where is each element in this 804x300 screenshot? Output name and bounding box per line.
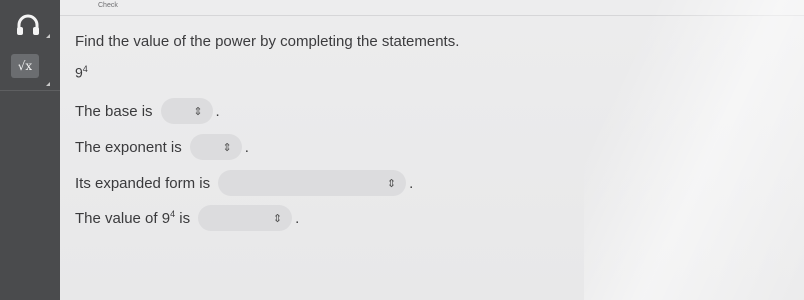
statement-period: . — [244, 138, 249, 156]
updown-chevron-icon: ⇕ — [272, 212, 283, 225]
question-prompt: Find the value of the power by completin… — [75, 33, 460, 50]
updown-chevron-icon: ⇕ — [222, 141, 232, 154]
sidebar: √x — [0, 0, 60, 300]
expression-base: 9 — [75, 64, 83, 81]
headphones-icon — [17, 14, 39, 35]
expression-exponent: 4 — [82, 64, 88, 74]
sidebar-divider — [0, 90, 60, 91]
statement-label: The base is — [75, 102, 153, 120]
statement-value: The value of 94 is ⇕ . — [75, 205, 299, 231]
statement-period: . — [295, 209, 300, 227]
statement-period: . — [215, 102, 220, 120]
sqrt-tool-button[interactable]: √x — [11, 54, 39, 78]
statement-label-prefix: The value of 9 — [75, 210, 171, 227]
statement-period: . — [409, 174, 414, 192]
statement-label: The value of 94 is — [75, 209, 190, 227]
statement-label: Its expanded form is — [75, 174, 211, 192]
statement-label: The exponent is — [75, 138, 182, 156]
expanded-form-select[interactable]: ⇕ — [218, 170, 407, 196]
sqrt-icon: √x — [17, 59, 33, 73]
headphones-button[interactable] — [8, 8, 48, 42]
updown-chevron-icon: ⇕ — [386, 177, 397, 190]
updown-chevron-icon: ⇕ — [193, 105, 203, 118]
exponent-select[interactable]: ⇕ — [189, 134, 242, 160]
corner-marker — [46, 34, 50, 38]
base-select[interactable]: ⇕ — [160, 98, 213, 124]
statement-expanded-form: Its expanded form is ⇕ . — [75, 170, 413, 196]
power-expression: 94 — [75, 64, 88, 81]
topbar: Check — [60, 0, 804, 16]
corner-marker — [46, 82, 50, 86]
value-select[interactable]: ⇕ — [198, 205, 293, 231]
statement-base: The base is ⇕ . — [75, 98, 220, 124]
statement-label-suffix: is — [175, 210, 191, 227]
statement-exponent: The exponent is ⇕ . — [75, 134, 249, 160]
check-label[interactable]: Check — [98, 2, 118, 9]
